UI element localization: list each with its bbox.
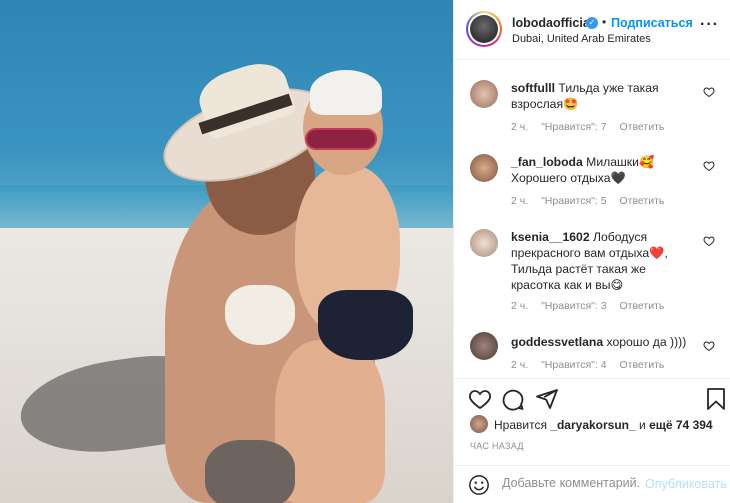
likes-summary: Нравится _daryakorsun_ и ещё 74 394 [494, 418, 713, 432]
comment-time[interactable]: 2 ч. [511, 359, 528, 371]
post-location[interactable]: Dubai, United Arab Emirates [512, 33, 651, 45]
comment-likes[interactable]: "Нравится": 5 [541, 195, 606, 207]
photo-baby-cap [310, 70, 382, 115]
more-icon[interactable]: ··· [700, 17, 719, 33]
post-time[interactable]: ЧАС НАЗАД [470, 441, 524, 451]
comment-like-icon[interactable] [703, 160, 715, 172]
comment-like-icon[interactable] [703, 340, 715, 352]
comment-text: goddessvetlana хорошо да )))) [511, 334, 696, 350]
comment-reply-button[interactable]: Ответить [619, 300, 664, 312]
comment-likes[interactable]: "Нравится": 3 [541, 300, 606, 312]
follow-button[interactable]: Подписаться [611, 16, 693, 30]
comment-avatar[interactable] [470, 332, 498, 360]
comment-time[interactable]: 2 ч. [511, 300, 528, 312]
comment-body: хорошо да )))) [606, 335, 687, 349]
comment-icon[interactable] [501, 387, 525, 411]
comment-time[interactable]: 2 ч. [511, 195, 528, 207]
comment-username[interactable]: _fan_loboda [511, 155, 583, 169]
post-photo[interactable] [0, 0, 453, 503]
comment-reply-button[interactable]: Ответить [619, 121, 664, 133]
post-actions: Нравится _daryakorsun_ и ещё 74 394 ЧАС … [454, 378, 730, 473]
photo-baby-shorts [318, 290, 413, 360]
photo-baby-glasses [305, 128, 377, 150]
comment-like-icon[interactable] [703, 86, 715, 98]
comment-likes[interactable]: "Нравится": 4 [541, 359, 606, 371]
likes-middle: и [639, 418, 646, 432]
comment-input[interactable] [502, 476, 640, 490]
liker-avatar[interactable] [470, 415, 488, 433]
comment-time[interactable]: 2 ч. [511, 121, 528, 133]
comment-avatar[interactable] [470, 80, 498, 108]
comments-list[interactable]: softfulll Тильда уже такая взрослая🤩 2 ч… [454, 60, 730, 378]
comment-meta: 2 ч. "Нравится": 5 Ответить [511, 195, 674, 207]
comment-meta: 2 ч. "Нравится": 4 Ответить [511, 359, 674, 371]
comment-username[interactable]: softfulll [511, 81, 555, 95]
save-icon[interactable] [704, 387, 728, 411]
comment-username[interactable]: goddessvetlana [511, 335, 603, 349]
comment-reply-button[interactable]: Ответить [619, 359, 664, 371]
comment-reply-button[interactable]: Ответить [619, 195, 664, 207]
author-username[interactable]: lobodaofficial [512, 16, 593, 30]
photo-mother-leg [205, 440, 295, 503]
emoji-icon[interactable] [468, 474, 490, 496]
like-icon[interactable] [468, 387, 492, 411]
add-comment-bar: Опубликовать [454, 465, 730, 503]
comment-text: ksenia__1602 Лободуся прекрасного вам от… [511, 229, 696, 293]
comment-like-icon[interactable] [703, 235, 715, 247]
likes-prefix: Нравится [494, 418, 547, 432]
comment-avatar[interactable] [470, 154, 498, 182]
author-avatar[interactable] [466, 11, 502, 47]
comment-username[interactable]: ksenia__1602 [511, 230, 590, 244]
comment-meta: 2 ч. "Нравится": 3 Ответить [511, 300, 674, 312]
post-modal: lobodaofficial ✓ • Подписаться Dubai, Un… [0, 0, 730, 503]
liker-username[interactable]: _daryakorsun_ [550, 418, 635, 432]
likes-count[interactable]: ещё 74 394 [649, 418, 713, 432]
comment-text: _fan_loboda Милашки🥰 Хорошего отдыха🖤 [511, 154, 696, 186]
comment-meta: 2 ч. "Нравится": 7 Ответить [511, 121, 674, 133]
publish-button[interactable]: Опубликовать [645, 477, 727, 491]
comment-text: softfulll Тильда уже такая взрослая🤩 [511, 80, 696, 112]
verified-icon: ✓ [586, 17, 598, 29]
comment-avatar[interactable] [470, 229, 498, 257]
share-icon[interactable] [535, 387, 559, 411]
photo-bikini [225, 285, 295, 345]
header-separator: • [602, 15, 607, 29]
post-sidebar: lobodaofficial ✓ • Подписаться Dubai, Un… [453, 0, 730, 503]
post-header: lobodaofficial ✓ • Подписаться Dubai, Un… [454, 0, 730, 60]
comment-likes[interactable]: "Нравится": 7 [541, 121, 606, 133]
